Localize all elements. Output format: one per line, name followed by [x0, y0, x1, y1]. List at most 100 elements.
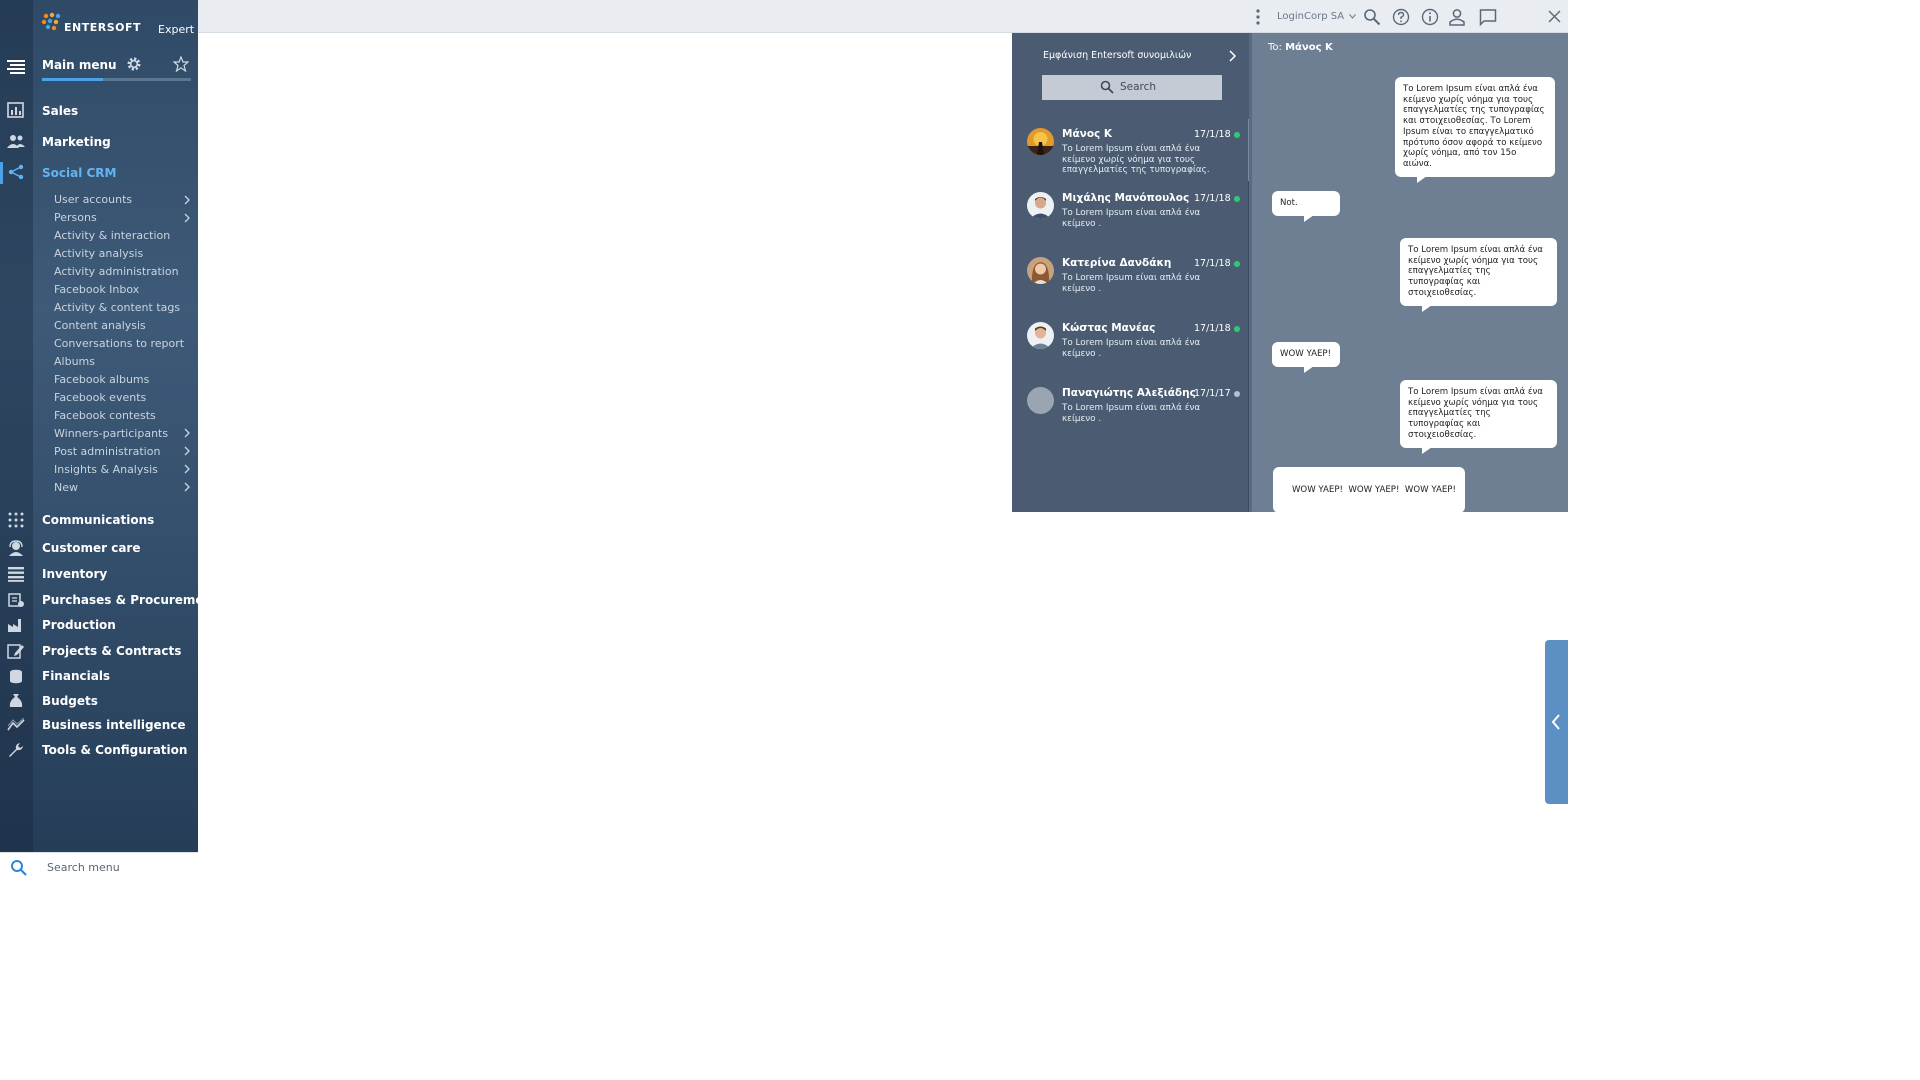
conversation-item[interactable]: Κατερίνα Δανδάκη 17/1/18 Το Lorem Ipsum … — [1012, 257, 1248, 317]
chevron-right-icon[interactable] — [183, 428, 191, 438]
chat-icon[interactable] — [1479, 8, 1497, 26]
chat-to-name: Μάνος Κ — [1285, 42, 1333, 53]
conversation-item[interactable]: Παναγιώτης Αλεξιάδης 17/1/17 Το Lorem Ip… — [1012, 387, 1248, 447]
menu-item-facebook-inbox[interactable]: Facebook Inbox — [54, 283, 139, 296]
search-icon[interactable] — [1363, 8, 1381, 26]
menu-item-facebook-contests[interactable]: Facebook contests — [54, 409, 156, 422]
module-purchases-procurement[interactable]: Purchases & Procurement — [42, 593, 218, 607]
conversation-item[interactable]: Μάνος Κ 17/1/18 Το Lorem Ipsum είναι απλ… — [1012, 128, 1248, 188]
module-financials[interactable]: Financials — [42, 669, 110, 683]
menu-item-facebook-albums[interactable]: Facebook albums — [54, 373, 149, 386]
chevron-right-icon[interactable] — [183, 464, 191, 474]
avatar — [1027, 192, 1054, 219]
conversation-name: Κώστας Μανέας — [1062, 322, 1156, 334]
menu-item-activity-content-tags[interactable]: Activity & content tags — [54, 301, 180, 314]
menu-item-activity-interaction[interactable]: Activity & interaction — [54, 229, 170, 242]
conversation-name: Παναγιώτης Αλεξιάδης — [1062, 387, 1196, 399]
avatar-placeholder — [1027, 387, 1054, 414]
message-text: Not. — [1280, 198, 1298, 208]
menu-item-insights-analysis[interactable]: Insights & Analysis — [54, 463, 158, 476]
sunset-avatar-image — [1027, 128, 1054, 155]
edit-icon[interactable] — [7, 643, 25, 659]
coins-icon[interactable] — [7, 668, 25, 684]
more-vertical-icon[interactable] — [1255, 9, 1261, 25]
module-projects-contracts[interactable]: Projects & Contracts — [42, 644, 181, 658]
menu-item-activity-analysis[interactable]: Activity analysis — [54, 247, 143, 260]
menu-item-conversations-to-report[interactable]: Conversations to report — [54, 337, 184, 350]
menu-item-user-accounts[interactable]: User accounts — [54, 193, 132, 206]
chevron-left-icon — [1551, 714, 1560, 730]
chevron-right-icon[interactable] — [1228, 50, 1237, 62]
module-customer-care[interactable]: Customer care — [42, 541, 140, 555]
message-bubble-incoming: WOW YAEP! — [1272, 342, 1340, 373]
brand-logo[interactable]: ENTERSOFT Expert — [40, 10, 194, 40]
conversation-preview: Το Lorem Ipsum είναι απλά ένα κείμενο χω… — [1062, 144, 1210, 176]
message-bubble-outgoing: Το Lorem Ipsum είναι απλά ένα κείμενο χω… — [1400, 380, 1557, 453]
user-icon[interactable] — [1448, 8, 1466, 26]
message-bubble-outgoing: Το Lorem Ipsum είναι απλά ένα κείμενο χω… — [1395, 77, 1555, 183]
avatar — [1027, 257, 1054, 284]
module-tools-configuration[interactable]: Tools & Configuration — [42, 743, 187, 757]
chart-icon[interactable] — [7, 102, 25, 118]
top-bar: LoginCorp SA — [198, 0, 1568, 33]
list-icon[interactable] — [7, 566, 25, 582]
online-status-indicator — [1234, 132, 1240, 138]
active-module-indicator — [0, 162, 3, 184]
offline-status-indicator — [1234, 391, 1240, 397]
menu-item-winners-participants[interactable]: Winners-participants — [54, 427, 168, 440]
module-production[interactable]: Production — [42, 618, 116, 632]
share-icon[interactable] — [7, 164, 25, 180]
module-marketing[interactable]: Marketing — [42, 135, 111, 149]
menu-search-bar[interactable]: Search menu — [0, 852, 198, 882]
gear-icon[interactable] — [126, 56, 142, 72]
menu-item-facebook-events[interactable]: Facebook events — [54, 391, 146, 404]
factory-icon[interactable] — [7, 617, 25, 633]
grid-icon[interactable] — [7, 512, 25, 528]
menu-item-new[interactable]: New — [54, 481, 78, 494]
conversation-item[interactable]: Κώστας Μανέας 17/1/18 Το Lorem Ipsum είν… — [1012, 322, 1248, 382]
chat-pane: To: Μάνος Κ Το Lorem Ipsum είναι απλά έν… — [1252, 33, 1568, 520]
conversation-name: Κατερίνα Δανδάκη — [1062, 257, 1172, 269]
chevron-right-icon[interactable] — [183, 446, 191, 456]
menu-item-persons[interactable]: Persons — [54, 211, 97, 224]
conversation-search-input[interactable]: Search — [1042, 75, 1222, 100]
menu-item-content-analysis[interactable]: Content analysis — [54, 319, 146, 332]
company-selector[interactable]: LoginCorp SA — [1277, 11, 1344, 22]
conversation-preview: Το Lorem Ipsum είναι απλά ένα κείμενο . — [1062, 338, 1201, 359]
money-bag-icon[interactable] — [7, 693, 25, 709]
message-text: Το Lorem Ipsum είναι απλά ένα κείμενο χω… — [1408, 245, 1543, 298]
module-communications[interactable]: Communications — [42, 513, 154, 527]
chevron-right-icon[interactable] — [183, 195, 191, 205]
module-business-intelligence[interactable]: Business intelligence — [42, 718, 185, 732]
trend-icon[interactable] — [7, 717, 25, 733]
module-sales[interactable]: Sales — [42, 104, 78, 118]
main-menu-label[interactable]: Main menu — [42, 58, 117, 72]
menu-item-post-administration[interactable]: Post administration — [54, 445, 160, 458]
menu-search-input[interactable]: Search menu — [47, 861, 120, 874]
module-inventory[interactable]: Inventory — [42, 567, 107, 581]
conversation-item[interactable]: Μιχάλης Μανόπουλος 17/1/18 Το Lorem Ipsu… — [1012, 192, 1248, 252]
cart-icon[interactable] — [7, 592, 25, 608]
help-icon[interactable] — [1392, 8, 1410, 26]
chevron-right-icon[interactable] — [183, 213, 191, 223]
online-status-indicator — [1234, 261, 1240, 267]
headset-icon[interactable] — [7, 540, 25, 556]
wrench-icon[interactable] — [7, 742, 25, 758]
message-text: WOW YAEP! WOW YAEP! WOW YAEP! — [1291, 484, 1456, 495]
close-icon[interactable] — [1548, 10, 1561, 23]
side-panel-toggle[interactable] — [1545, 640, 1568, 804]
module-budgets[interactable]: Budgets — [42, 694, 98, 708]
chevron-right-icon[interactable] — [183, 482, 191, 492]
menu-item-albums[interactable]: Albums — [54, 355, 95, 368]
info-icon[interactable] — [1421, 8, 1439, 26]
module-social-crm[interactable]: Social CRM — [42, 166, 117, 180]
star-icon[interactable] — [173, 56, 189, 72]
chevron-down-icon[interactable] — [1349, 14, 1356, 19]
menu-item-activity-administration[interactable]: Activity administration — [54, 265, 179, 278]
man-avatar-image — [1027, 192, 1054, 219]
search-icon[interactable] — [10, 859, 28, 877]
people-icon[interactable] — [7, 133, 25, 149]
online-status-indicator — [1234, 326, 1240, 332]
conversation-list-panel: Εμφάνιση Entersoft συνομιλιών Search Μάν… — [1012, 33, 1253, 512]
hamburger-menu-icon[interactable] — [7, 60, 25, 74]
